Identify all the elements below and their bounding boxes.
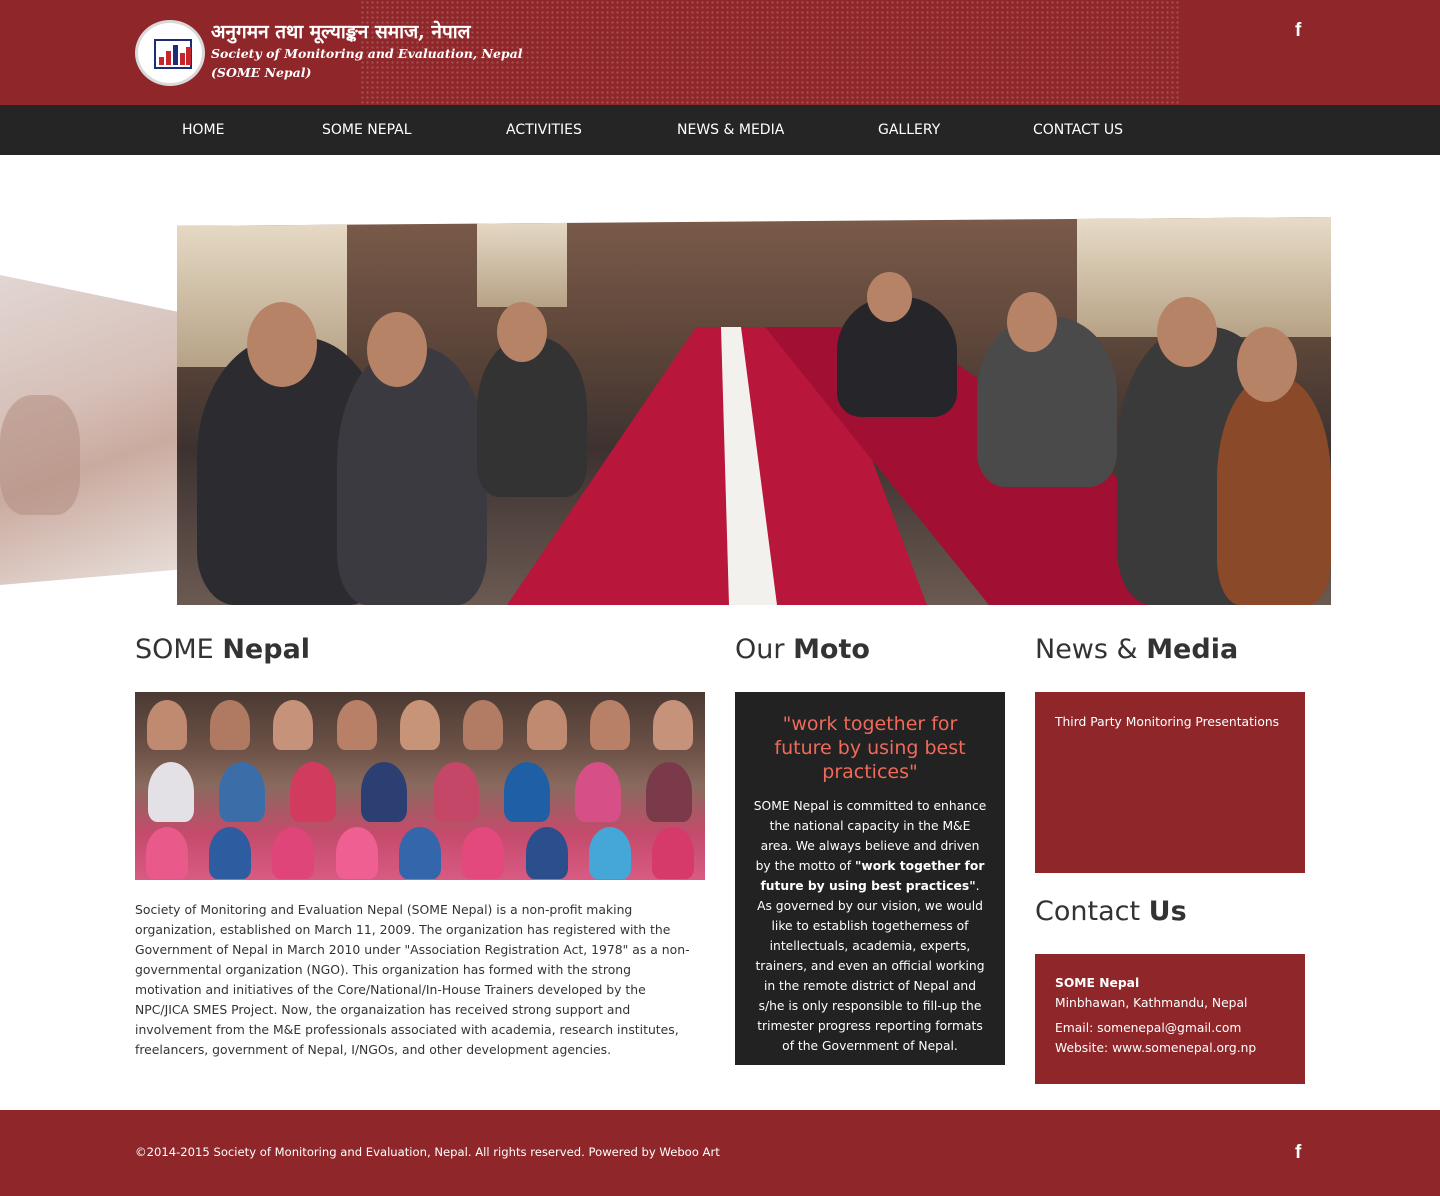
contact-heading: Contact Us [1035, 896, 1187, 927]
logo-title-english: Society of Monitoring and Evaluation, Ne… [211, 46, 523, 61]
contact-box: SOME Nepal Minbhawan, Kathmandu, Nepal E… [1035, 954, 1305, 1084]
moto-text: SOME Nepal is committed to enhance the n… [753, 799, 987, 1053]
facebook-icon[interactable]: f [1295, 1142, 1301, 1164]
logo-title-short: (SOME Nepal) [211, 65, 312, 80]
slider-previous-slide[interactable] [0, 275, 180, 585]
nav-item-news-media[interactable]: News & Media [677, 105, 784, 155]
main-nav: Home SOME Nepal Activities News & Media … [0, 105, 1440, 155]
logo-title-devanagari: अनुगमन तथा मूल्याङ्कन समाज, नेपाल [211, 21, 471, 43]
site-logo[interactable]: अनुगमन तथा मूल्याङ्कन समाज, नेपाल Societ… [135, 20, 523, 86]
nav-item-home[interactable]: Home [182, 105, 224, 155]
moto-box: "work together for future by using best … [735, 692, 1005, 1065]
about-text: Society of Monitoring and Evaluation Nep… [135, 902, 690, 1057]
news-link-third-party-monitoring[interactable]: Third Party Monitoring Presentations [1055, 713, 1279, 731]
contact-website[interactable]: Website: www.somenepal.org.np [1055, 1038, 1256, 1058]
site-header: अनुगमन तथा मूल्याङ्कन समाज, नेपाल Societ… [0, 0, 1440, 105]
contact-org-name: SOME Nepal [1055, 976, 1140, 990]
group-photo [135, 692, 705, 880]
moto-quote: "work together for future by using best … [774, 713, 966, 783]
contact-email[interactable]: Email: somenepal@gmail.com [1055, 1018, 1241, 1038]
moto-heading: Our Moto [735, 634, 870, 665]
site-footer: ©2014-2015 Society of Monitoring and Eva… [0, 1110, 1440, 1196]
footer-copyright: ©2014-2015 Society of Monitoring and Eva… [135, 1145, 720, 1159]
contact-address: Minbhawan, Kathmandu, Nepal [1055, 996, 1248, 1010]
nav-item-gallery[interactable]: Gallery [878, 105, 940, 155]
nav-item-contact-us[interactable]: Contact Us [1033, 105, 1123, 155]
about-heading: SOME Nepal [135, 634, 311, 665]
facebook-icon[interactable]: f [1295, 20, 1301, 42]
logo-emblem-icon [135, 20, 205, 86]
news-heading: News & Media [1035, 634, 1239, 665]
nav-item-some-nepal[interactable]: SOME Nepal [322, 105, 412, 155]
hero-slide-image [177, 217, 1331, 605]
news-box: Third Party Monitoring Presentations [1035, 692, 1305, 873]
nav-item-activities[interactable]: Activities [506, 105, 582, 155]
